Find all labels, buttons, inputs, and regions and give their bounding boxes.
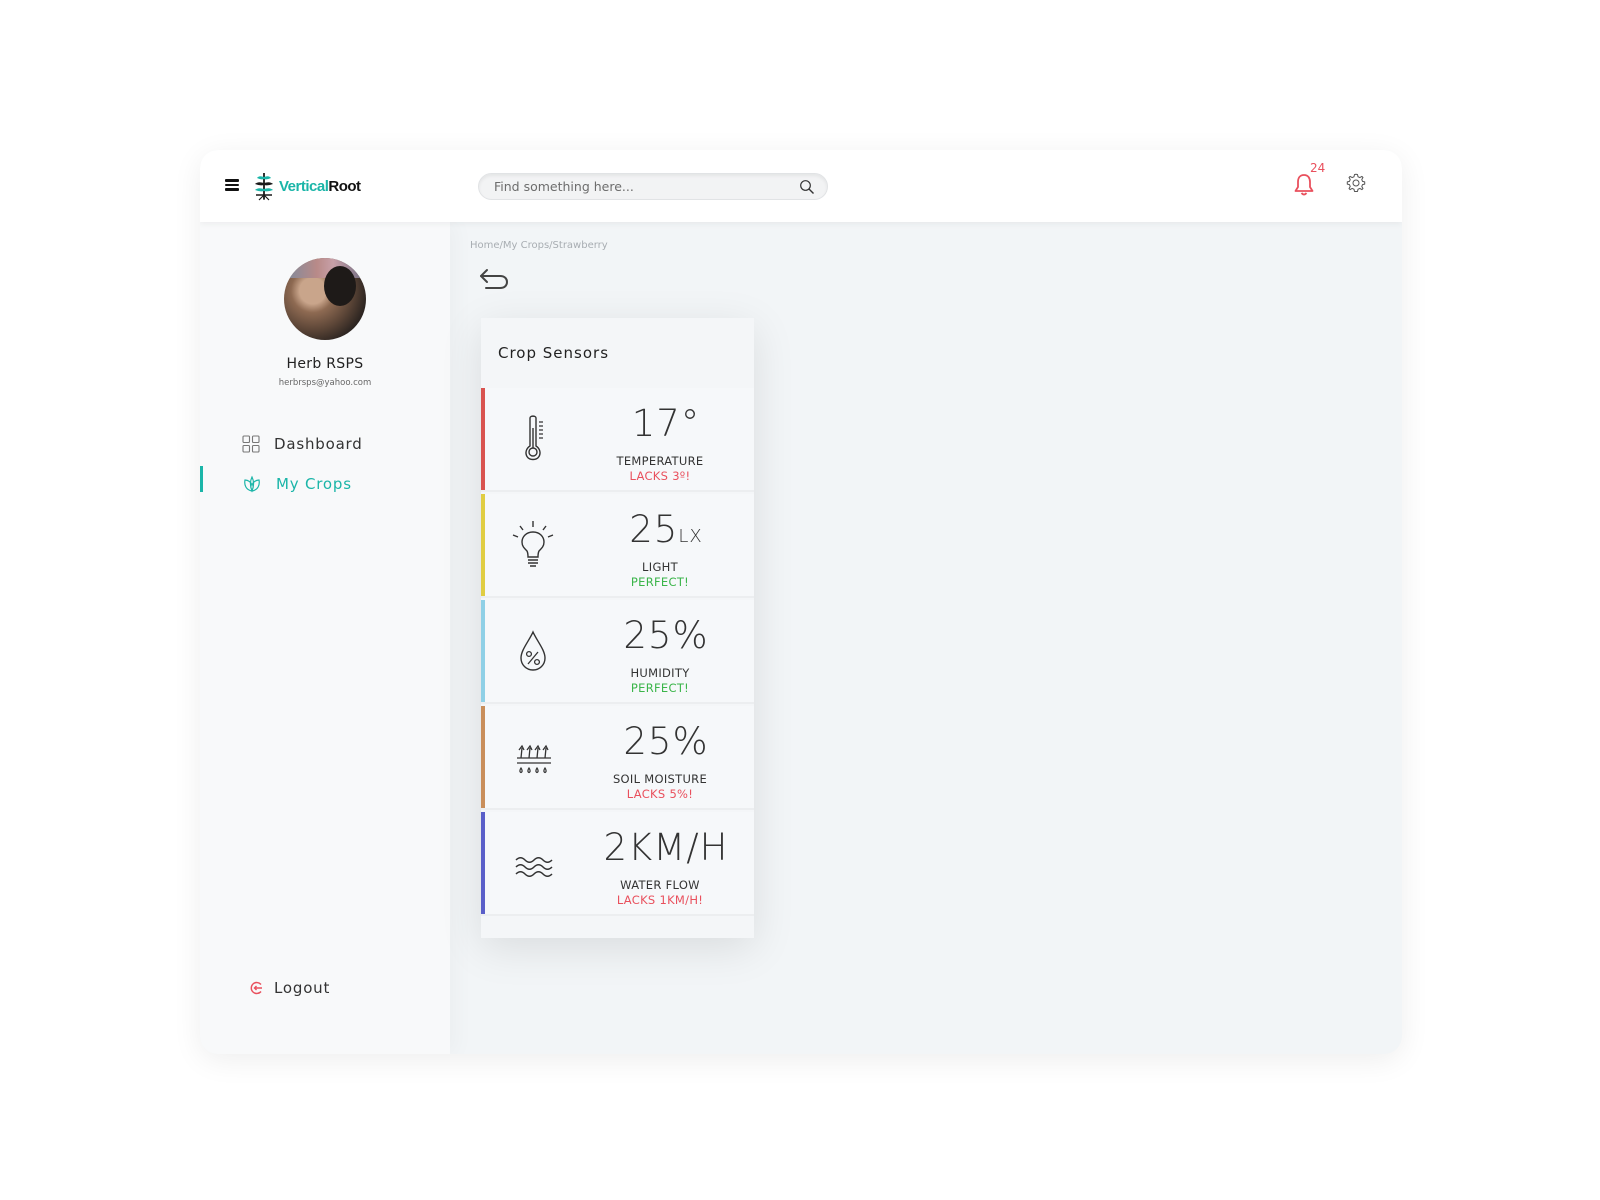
sidebar-item-my-crops[interactable]: My Crops (242, 472, 352, 496)
sensor-value: 25% (623, 614, 709, 657)
search-bar (478, 173, 828, 200)
light-bulb-icon (512, 521, 554, 567)
sensor-status: LACKS 5%! (626, 787, 694, 801)
settings-gear-icon[interactable] (1345, 172, 1367, 194)
logo-text: VerticalRoot (279, 178, 361, 195)
user-name: Herb RSPS (286, 356, 364, 372)
avatar[interactable] (284, 258, 366, 340)
sensor-label: LIGHT (642, 560, 678, 574)
sensor-status: LACKS 1KM/H! (616, 893, 704, 907)
thermometer-icon (525, 415, 543, 461)
sidebar-item-label: Dashboard (274, 435, 363, 453)
app-window: VerticalRoot 24 Herb RSPS herbrsps@yahoo… (200, 150, 1402, 1054)
sensor-unit: LX (678, 526, 703, 547)
sensor-value: 25LX (629, 508, 703, 551)
sensor-status: LACKS 3º! (629, 469, 691, 483)
sensor-color-stripe (481, 388, 485, 490)
search-input[interactable] (494, 174, 784, 199)
sidebar-item-dashboard[interactable]: Dashboard (242, 432, 363, 456)
logo-text-part1: Vertical (279, 177, 329, 195)
sensor-water-flow[interactable]: 2KM/H WATER FLOW LACKS 1KM/H! (481, 812, 754, 916)
humidity-drop-icon (520, 630, 546, 671)
leaf-icon (244, 475, 260, 493)
plant-logo-icon (255, 173, 273, 201)
water-waves-icon (515, 857, 553, 877)
crop-sensors-card: Crop Sensors 17° TEMPERATURE LACKS 3º! 2… (481, 318, 754, 938)
grid-icon (242, 435, 260, 453)
notification-count-badge: 24 (1310, 161, 1326, 175)
sensor-value: 25% (623, 720, 709, 763)
sidebar-item-label: My Crops (276, 475, 352, 493)
notification-bell-icon[interactable] (1292, 172, 1316, 198)
user-email: herbrsps@yahoo.com (278, 378, 372, 388)
sensor-color-stripe (481, 494, 485, 596)
breadcrumb[interactable]: Home/My Crops/Strawberry (470, 240, 608, 251)
sensor-soil-moisture[interactable]: 25% SOIL MOISTURE LACKS 5%! (481, 706, 754, 810)
sensor-humidity[interactable]: 25% HUMIDITY PERFECT! (481, 600, 754, 704)
sensor-value: 2KM/H (603, 826, 729, 869)
sensor-label: HUMIDITY (630, 666, 690, 680)
sensor-temperature[interactable]: 17° TEMPERATURE LACKS 3º! (481, 388, 754, 492)
soil-moisture-icon (517, 744, 551, 774)
active-indicator (200, 466, 203, 492)
sensor-label: TEMPERATURE (616, 454, 704, 468)
sensor-light[interactable]: 25LX LIGHT PERFECT! (481, 494, 754, 598)
sensor-label: WATER FLOW (620, 878, 700, 892)
sensor-color-stripe (481, 600, 485, 702)
sensor-status: PERFECT! (630, 681, 690, 695)
logout-label: Logout (274, 979, 331, 997)
back-arrow-icon[interactable] (478, 265, 512, 293)
sensor-value: 17° (631, 402, 701, 445)
sensor-color-stripe (481, 812, 485, 914)
hamburger-menu-icon[interactable] (225, 179, 239, 193)
search-icon[interactable] (799, 179, 815, 195)
logout-button[interactable]: Logout (250, 976, 330, 1000)
logo-text-part2: Root (328, 177, 361, 195)
top-bar: VerticalRoot 24 (200, 150, 1402, 222)
sensor-label: SOIL MOISTURE (612, 772, 708, 786)
logout-icon (250, 981, 262, 995)
sensor-color-stripe (481, 706, 485, 808)
logo[interactable]: VerticalRoot (252, 170, 361, 202)
sensor-status: PERFECT! (630, 575, 690, 589)
sidebar: Herb RSPS herbrsps@yahoo.com Dashboard M… (200, 222, 450, 1054)
card-title: Crop Sensors (498, 344, 610, 362)
